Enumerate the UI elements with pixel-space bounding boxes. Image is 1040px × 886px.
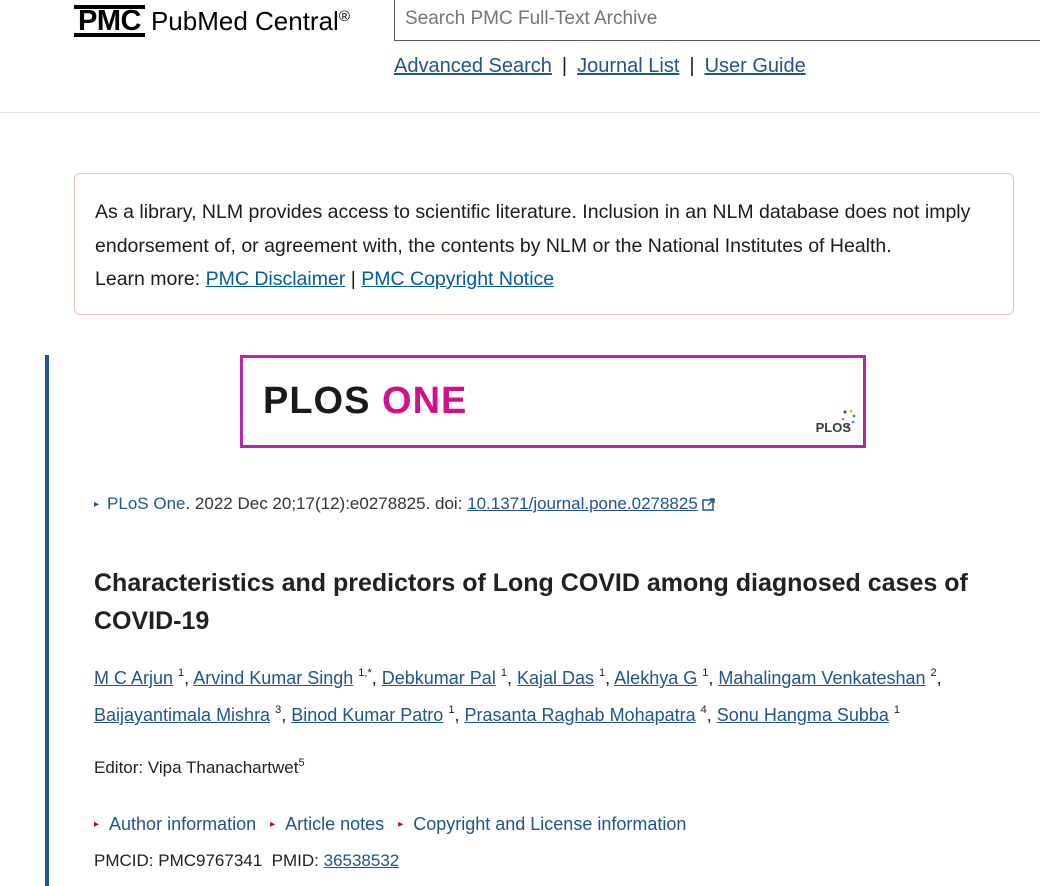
citation-line: ▸ PLoS One. 2022 Dec 20;17(12):e0278825. … xyxy=(94,494,715,514)
expand-triangle-icon[interactable]: ▸ xyxy=(94,499,99,510)
search-input[interactable] xyxy=(395,0,1040,40)
author-affiliation: 1 xyxy=(448,704,455,716)
author-affiliation: 2 xyxy=(930,667,937,679)
citation-details: . 2022 Dec 20;17(12):e0278825. doi: xyxy=(185,494,468,513)
editor-line: Editor: Vipa Thanachartwet5 xyxy=(94,757,305,778)
editor-name: Vipa Thanachartwet xyxy=(147,758,299,777)
user-guide-link[interactable]: User Guide xyxy=(705,55,806,78)
search-box[interactable] xyxy=(394,0,1040,41)
pmc-disclaimer-link[interactable]: PMC Disclaimer xyxy=(206,268,346,290)
expand-triangle-icon: ▸ xyxy=(94,819,100,830)
pmc-logo[interactable]: PMC PubMed Central® xyxy=(74,2,350,40)
expand-triangle-icon: ▸ xyxy=(270,819,276,830)
author-link[interactable]: Baijayantimala Mishra xyxy=(94,705,270,725)
expand-triangle-icon: ▸ xyxy=(398,819,404,830)
author-link[interactable]: Binod Kumar Patro xyxy=(291,705,443,725)
advanced-search-link[interactable]: Advanced Search xyxy=(394,55,552,78)
plos-burst-icon xyxy=(841,409,856,428)
author-affiliation: 3 xyxy=(275,704,282,716)
article-notes-toggle[interactable]: ▸ Article notes xyxy=(270,814,384,835)
plos-mini-logo: PLOS xyxy=(816,409,856,435)
site-header: PMC PubMed Central® Advanced Search | Jo… xyxy=(0,0,1040,113)
journal-banner[interactable]: PLOS ONE PLOS xyxy=(240,355,866,448)
journal-list-link[interactable]: Journal List xyxy=(577,55,679,78)
article-ids: PMCID: PMC9767341 PMID: 36538532 xyxy=(94,851,399,871)
pmid-label: PMID: xyxy=(271,851,324,870)
logo-name: PubMed Central® xyxy=(150,5,350,36)
copyright-license-toggle[interactable]: ▸ Copyright and License information xyxy=(398,814,686,835)
article-accordions: ▸ Author information ▸ Article notes ▸ Copy… xyxy=(94,814,686,835)
journal-logo-text: PLOS ONE xyxy=(263,380,468,422)
article-title: Characteristics and predictors of Long C… xyxy=(94,569,968,635)
external-link-icon[interactable] xyxy=(702,498,715,511)
disclaimer-text: As a library, NLM provides access to sci… xyxy=(95,201,971,257)
author-affiliation: 1 xyxy=(599,667,606,679)
author-affiliation: 1 xyxy=(500,667,507,679)
pmid-link[interactable]: 36538532 xyxy=(324,851,400,870)
author-link[interactable]: Alekhya G xyxy=(614,668,697,688)
journal-name-toggle[interactable]: PLoS One xyxy=(107,494,185,513)
author-list: M C Arjun 1, Arvind Kumar Singh 1,*, Deb… xyxy=(94,667,942,726)
disclaimer-divider: | xyxy=(350,268,356,290)
editor-label: Editor: xyxy=(94,758,148,777)
author-link[interactable]: Kajal Das xyxy=(517,668,594,688)
author-link[interactable]: Prasanta Raghab Mohapatra xyxy=(464,705,695,725)
author-information-toggle[interactable]: ▸ Author information xyxy=(94,814,256,835)
article-accent-bar xyxy=(45,355,49,886)
author-link[interactable]: Sonu Hangma Subba xyxy=(717,705,889,725)
learn-more-label: Learn more: xyxy=(95,268,201,290)
author-affiliation: 4 xyxy=(700,704,707,716)
author-affiliation: 1 xyxy=(702,667,709,679)
author-affiliation: 1 xyxy=(178,667,185,679)
pmcid-label: PMCID: xyxy=(94,851,159,870)
author-link[interactable]: Mahalingam Venkateshan xyxy=(718,668,925,688)
link-separator: | xyxy=(561,55,568,77)
pmc-copyright-link[interactable]: PMC Copyright Notice xyxy=(361,268,554,290)
editor-affiliation: 5 xyxy=(298,757,305,769)
author-affiliation: 1 xyxy=(893,704,901,716)
logo-abbrev: PMC xyxy=(74,5,145,37)
nlm-disclaimer: As a library, NLM provides access to sci… xyxy=(74,173,1014,315)
author-affiliation: 1,* xyxy=(358,667,372,679)
author-link[interactable]: Arvind Kumar Singh xyxy=(193,668,353,688)
author-link[interactable]: Debkumar Pal xyxy=(382,668,496,688)
author-link[interactable]: M C Arjun xyxy=(94,668,173,688)
pmcid-value: PMC9767341 xyxy=(158,851,263,870)
doi-link[interactable]: 10.1371/journal.pone.0278825 xyxy=(467,494,698,513)
header-links: Advanced Search | Journal List | User Gu… xyxy=(394,55,806,78)
link-separator: | xyxy=(689,55,695,77)
